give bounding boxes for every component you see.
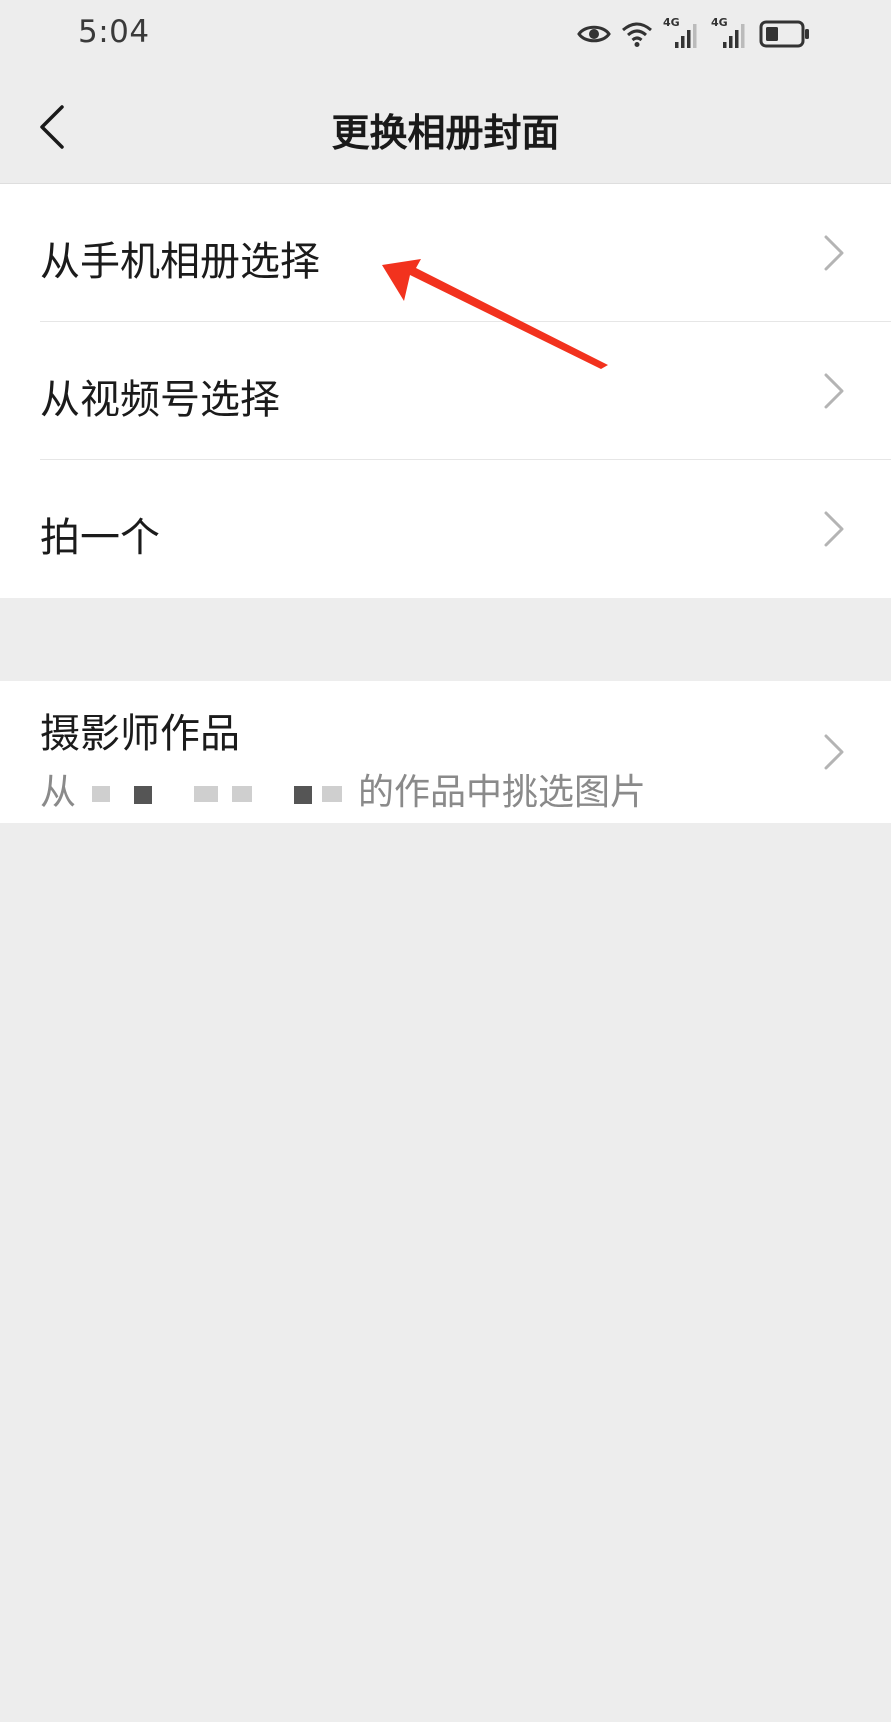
subtitle-suffix: 的作品中挑选图片	[358, 772, 647, 813]
status-bar: 5:04 4G 4G	[0, 0, 891, 72]
chevron-right-icon	[824, 511, 844, 547]
status-icons: 4G 4G	[577, 16, 811, 52]
list-item-label: 拍一个	[40, 515, 160, 561]
subtitle-prefix: 从	[40, 772, 77, 813]
cover-source-list: 从手机相册选择 从视频号选择 拍一个	[0, 184, 891, 598]
list-item-title: 摄影师作品	[40, 711, 240, 757]
choose-from-channels-item[interactable]: 从视频号选择	[0, 322, 891, 460]
battery-icon	[759, 20, 809, 48]
chevron-right-icon	[824, 373, 844, 409]
photographer-works-item[interactable]: 摄影师作品 从 的作品中挑选图片	[0, 681, 891, 823]
take-photo-item[interactable]: 拍一个	[0, 460, 891, 598]
page-title: 更换相册封面	[331, 111, 560, 155]
chevron-right-icon	[824, 235, 844, 271]
list-item-label: 从手机相册选择	[40, 239, 320, 285]
photographer-works-group: 摄影师作品 从 的作品中挑选图片	[0, 681, 891, 823]
signal-4g-icon: 4G	[663, 16, 701, 50]
status-time: 5:04	[78, 14, 150, 50]
chevron-right-icon	[824, 734, 844, 770]
signal-4g-icon: 4G	[711, 16, 749, 50]
list-item-subtitle: 从 的作品中挑选图片	[40, 763, 646, 815]
list-item-label: 从视频号选择	[40, 377, 280, 423]
nav-bar: 更换相册封面	[0, 72, 891, 184]
redacted-name	[82, 776, 352, 812]
wifi-icon	[622, 22, 652, 47]
eye-icon	[577, 25, 611, 43]
choose-from-phone-album-item[interactable]: 从手机相册选择	[0, 184, 891, 322]
